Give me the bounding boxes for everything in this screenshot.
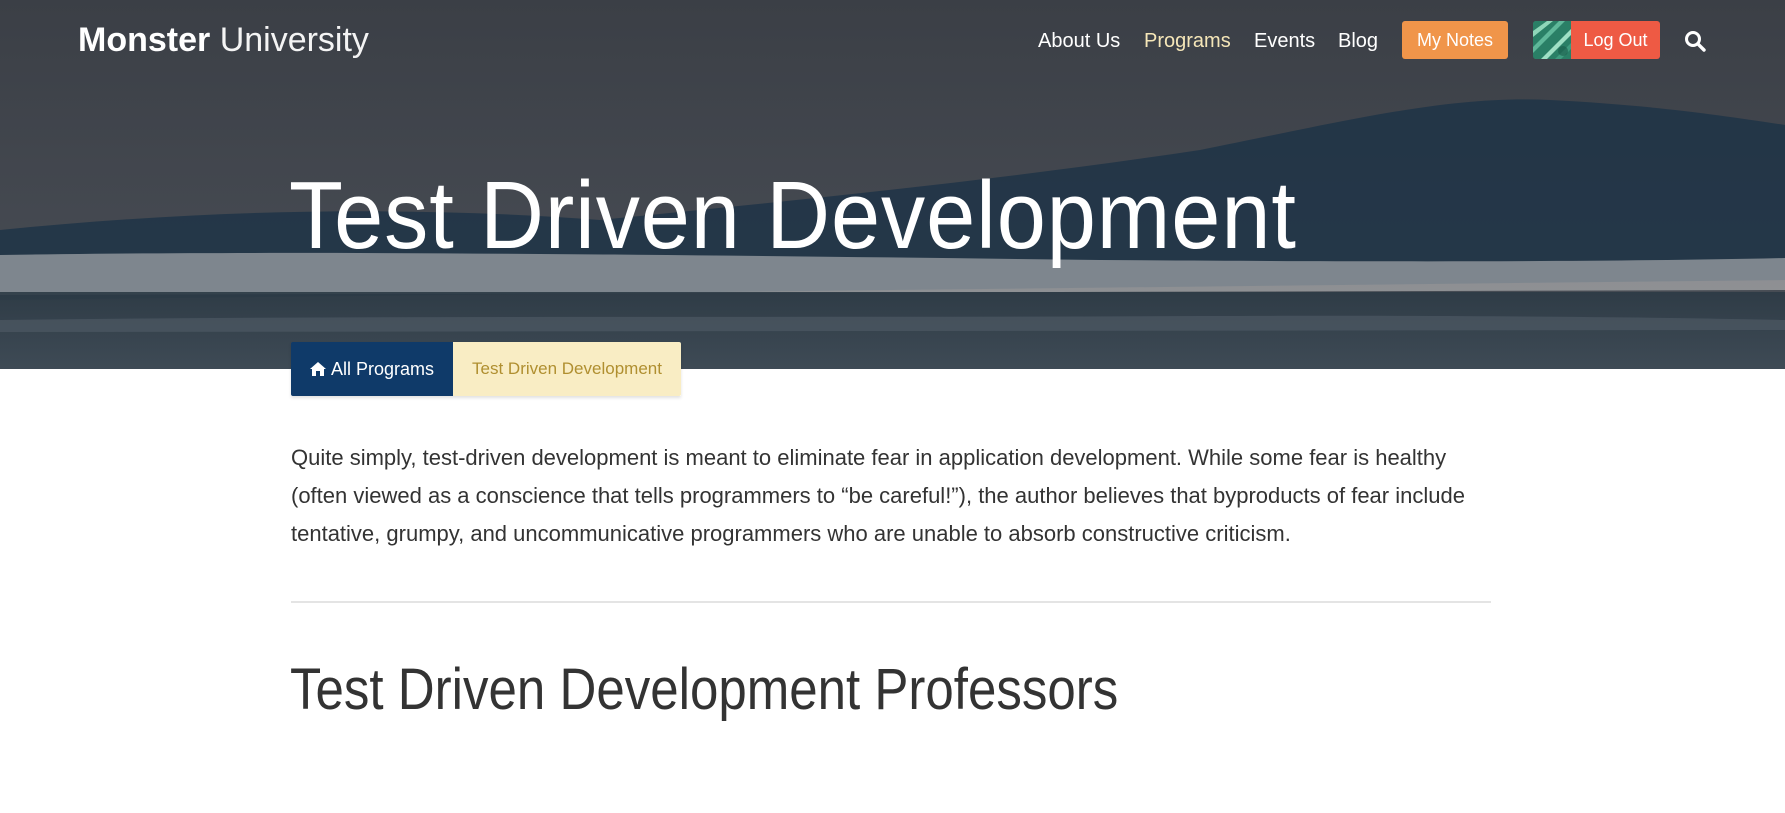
logo-text-strong: Monster (78, 21, 211, 59)
professors-heading: Test Driven Development Professors (290, 657, 1119, 722)
logo-text-light: University (219, 21, 369, 59)
my-notes-button[interactable]: My Notes (1402, 21, 1508, 59)
nav-about-us[interactable]: About Us (1038, 29, 1120, 53)
home-icon (310, 362, 326, 376)
avatar[interactable] (1533, 21, 1571, 59)
avatar-image (1533, 21, 1571, 59)
nav-events[interactable]: Events (1254, 29, 1315, 53)
search-icon[interactable] (1684, 30, 1706, 52)
nav-programs[interactable]: Programs (1144, 29, 1231, 53)
program-intro-text: Quite simply, test-driven development is… (291, 445, 1465, 546)
page-title: Test Driven Development (289, 162, 1297, 269)
section-divider (291, 601, 1491, 603)
nav-blog[interactable]: Blog (1338, 29, 1378, 53)
site-logo[interactable]: Monster University (78, 20, 369, 60)
logout-button[interactable]: Log Out (1571, 21, 1660, 59)
breadcrumb-current: Test Driven Development (453, 342, 681, 396)
hero-banner: Monster University About Us Programs Eve… (0, 0, 1785, 369)
breadcrumb-all-programs[interactable]: All Programs (291, 342, 454, 396)
breadcrumb-home-label: All Programs (331, 359, 435, 379)
breadcrumb: All Programs Test Driven Development (291, 342, 681, 396)
